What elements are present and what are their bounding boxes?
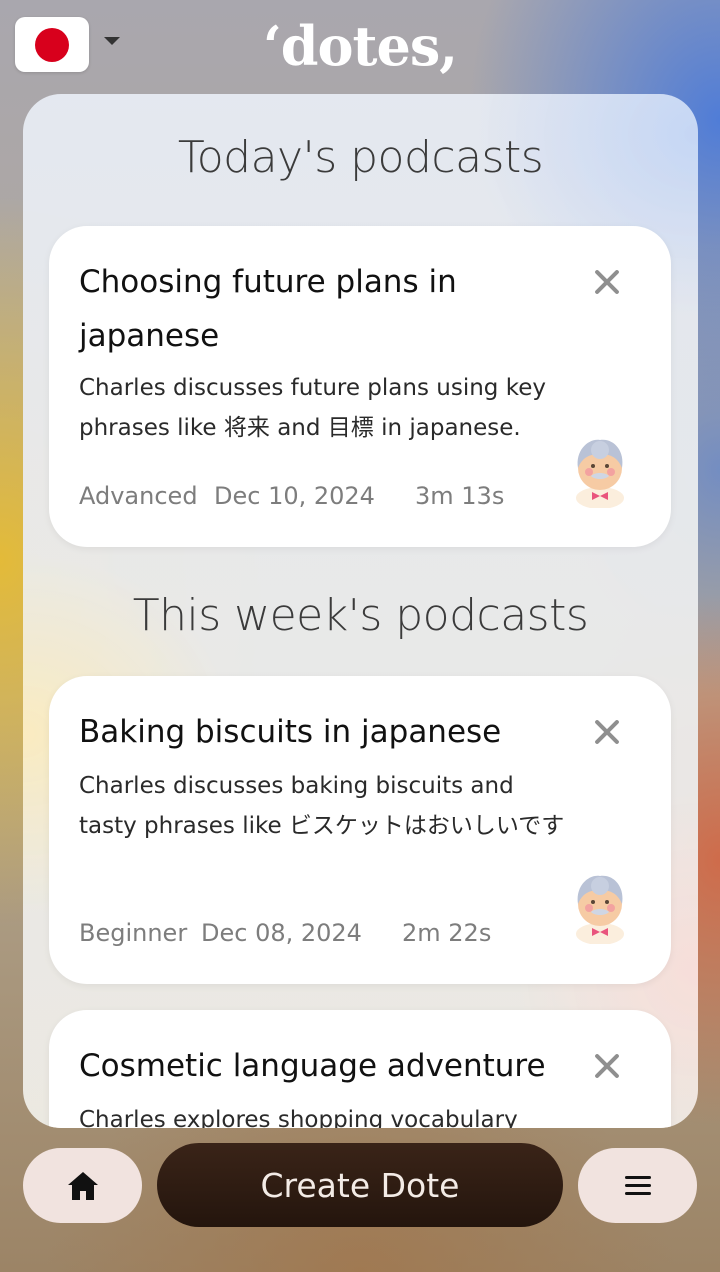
podcast-card[interactable]: Cosmetic language adventure Charles expl…: [49, 1010, 671, 1128]
duration-label: 3m 13s: [415, 482, 505, 510]
charles-avatar-icon: [576, 439, 624, 508]
podcast-card[interactable]: Baking biscuits in japanese Charles disc…: [49, 676, 671, 984]
app-logo: ‘dotes,: [262, 14, 458, 78]
home-icon: [67, 1171, 98, 1200]
charles-avatar-icon: [576, 875, 624, 944]
podcast-description: Charles explores shopping vocabulary: [79, 1107, 518, 1128]
podcast-card[interactable]: Choosing future plans in japanese Charle…: [49, 226, 671, 547]
menu-button[interactable]: [578, 1148, 697, 1223]
level-label: Advanced: [79, 482, 198, 510]
podcast-description: Charles discusses baking biscuits and ta…: [79, 773, 565, 839]
close-icon[interactable]: [593, 718, 621, 746]
close-icon[interactable]: [593, 1052, 621, 1080]
close-icon[interactable]: [593, 268, 621, 296]
today-section-title: Today's podcasts: [177, 132, 544, 183]
date-label: Dec 08, 2024: [201, 919, 362, 947]
week-section-title: This week's podcasts: [132, 590, 589, 641]
home-button[interactable]: [23, 1148, 142, 1223]
menu-icon: [624, 1171, 651, 1200]
podcast-description: Charles discusses future plans using key…: [79, 375, 546, 441]
date-label: Dec 10, 2024: [214, 482, 375, 510]
podcast-title: Choosing future plans in japanese: [79, 264, 457, 354]
podcast-title: Cosmetic language adventure: [79, 1048, 546, 1084]
duration-label: 2m 22s: [402, 919, 492, 947]
podcast-list-panel[interactable]: Today's podcasts Choosing future plans i…: [23, 94, 698, 1128]
level-label: Beginner: [79, 919, 188, 947]
podcast-title: Baking biscuits in japanese: [79, 714, 502, 750]
create-dote-button[interactable]: Create Dote: [157, 1143, 563, 1227]
